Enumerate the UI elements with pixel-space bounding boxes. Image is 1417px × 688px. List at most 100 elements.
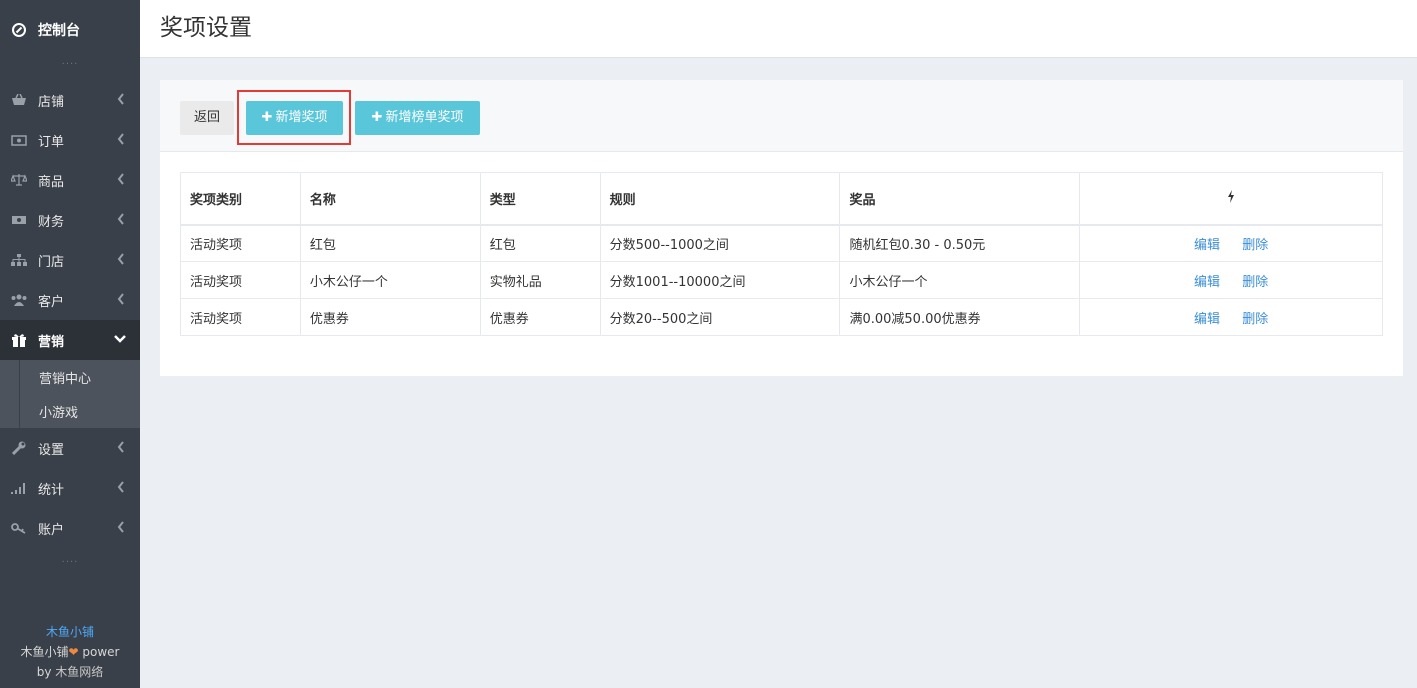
sidebar-item-label: 财务 — [38, 214, 65, 230]
edit-link[interactable]: 编辑 — [1194, 238, 1220, 253]
sidebar-footer: 木鱼小铺 木鱼小铺❤ power by 木鱼网络 — [0, 622, 140, 682]
sidebar-item-finance[interactable]: 财务 — [0, 200, 140, 240]
cell-prize: 小木公仔一个 — [839, 261, 1081, 299]
dashboard-icon — [12, 23, 26, 37]
divider-dots: ···· — [61, 557, 79, 568]
submenu-item-label: 小游戏 — [39, 405, 79, 421]
submenu-item-mini-games[interactable]: 小游戏 — [0, 394, 140, 428]
sidebar-item-orders[interactable]: 订单 — [0, 120, 140, 160]
chevron-left-icon — [117, 173, 124, 185]
sidebar-brand-dashboard[interactable]: 控制台 — [0, 0, 140, 60]
delete-link[interactable]: 删除 — [1242, 275, 1268, 290]
sitemap-icon — [10, 253, 28, 267]
column-header-rule: 规则 — [599, 172, 841, 225]
sidebar-item-settings[interactable]: 设置 — [0, 428, 140, 468]
delete-link[interactable]: 删除 — [1242, 238, 1268, 253]
cell-type: 实物礼品 — [479, 261, 601, 299]
chevron-left-icon — [117, 441, 124, 453]
footer-by-text: by — [36, 665, 56, 679]
toolbar: 返回 ✚ 新增奖项 ✚ 新增榜单奖项 — [160, 80, 1403, 152]
column-header-prize: 奖品 — [839, 172, 1081, 225]
plus-icon: ✚ — [261, 110, 273, 125]
cell-rule: 分数20--500之间 — [599, 298, 841, 336]
cell-category: 活动奖项 — [180, 224, 301, 262]
sidebar-item-label: 账户 — [38, 522, 65, 538]
sidebar-item-label: 商品 — [38, 174, 65, 190]
table-row: 活动奖项 小木公仔一个 实物礼品 分数1001--10000之间 小木公仔一个 … — [180, 261, 1383, 299]
users-icon — [10, 293, 28, 307]
sidebar-item-customers[interactable]: 客户 — [0, 280, 140, 320]
table-row: 活动奖项 优惠券 优惠券 分数20--500之间 满0.00减50.00优惠券 … — [180, 298, 1383, 336]
add-ranking-prize-label: 新增榜单奖项 — [385, 110, 464, 125]
column-header-type: 类型 — [479, 172, 601, 225]
money-icon — [10, 133, 28, 147]
column-header-actions — [1079, 172, 1383, 225]
chevron-left-icon — [117, 253, 124, 265]
cash-icon — [10, 213, 28, 227]
cell-actions: 编辑 删除 — [1079, 224, 1383, 262]
sidebar-brand-label: 控制台 — [38, 23, 80, 39]
column-header-name: 名称 — [299, 172, 481, 225]
sidebar-item-label: 营销 — [38, 334, 65, 350]
signal-icon — [10, 481, 28, 495]
chevron-down-icon — [114, 335, 126, 343]
sidebar-item-stats[interactable]: 统计 — [0, 468, 140, 508]
table-header-row: 奖项类别 名称 类型 规则 奖品 — [180, 172, 1383, 225]
footer-brand-link[interactable]: 木鱼小铺 — [46, 625, 94, 639]
cell-prize: 随机红包0.30 - 0.50元 — [839, 224, 1081, 262]
basket-icon — [10, 93, 28, 107]
add-prize-label: 新增奖项 — [275, 110, 328, 125]
chevron-left-icon — [117, 293, 124, 305]
edit-link[interactable]: 编辑 — [1194, 275, 1220, 290]
cell-name: 小木公仔一个 — [299, 261, 481, 299]
sidebar: 控制台 ···· 店铺 订单 商品 财务 门店 客户 营销 营销中心 小游戏 设… — [0, 0, 140, 688]
chevron-left-icon — [117, 521, 124, 533]
gift-icon — [10, 333, 28, 347]
submenu-item-label: 营销中心 — [39, 371, 92, 387]
sidebar-item-label: 统计 — [38, 482, 65, 498]
add-ranking-prize-button[interactable]: ✚ 新增榜单奖项 — [355, 101, 480, 135]
cell-category: 活动奖项 — [180, 298, 301, 336]
cell-type: 优惠券 — [479, 298, 601, 336]
sidebar-item-label: 客户 — [38, 294, 65, 310]
table-row: 活动奖项 红包 红包 分数500--1000之间 随机红包0.30 - 0.50… — [180, 224, 1383, 262]
sidebar-item-account[interactable]: 账户 — [0, 508, 140, 548]
chevron-left-icon — [117, 481, 124, 493]
page-title: 奖项设置 — [160, 15, 252, 41]
chevron-left-icon — [117, 93, 124, 105]
prize-table: 奖项类别 名称 类型 规则 奖品 活动奖项 红包 红包 分数500--1000之… — [180, 172, 1383, 336]
sidebar-item-products[interactable]: 商品 — [0, 160, 140, 200]
submenu-item-marketing-center[interactable]: 营销中心 — [0, 360, 140, 394]
footer-power-text: power — [78, 645, 120, 659]
cell-name: 优惠券 — [299, 298, 481, 336]
sidebar-item-marketing[interactable]: 营销 — [0, 320, 140, 360]
footer-brand-text: 木鱼小铺 — [20, 645, 69, 659]
footer-company-link[interactable]: 木鱼网络 — [55, 665, 103, 679]
sidebar-item-label: 设置 — [38, 442, 65, 458]
key-icon — [10, 521, 28, 535]
cell-category: 活动奖项 — [180, 261, 301, 299]
chevron-left-icon — [117, 213, 124, 225]
cell-name: 红包 — [299, 224, 481, 262]
scale-icon — [10, 173, 28, 187]
sidebar-item-store[interactable]: 店铺 — [0, 80, 140, 120]
wrench-icon — [10, 441, 28, 455]
cell-type: 红包 — [479, 224, 601, 262]
chevron-left-icon — [117, 133, 124, 145]
bolt-icon — [1228, 189, 1235, 203]
sidebar-item-label: 门店 — [38, 254, 65, 270]
delete-link[interactable]: 删除 — [1242, 312, 1268, 327]
column-header-category: 奖项类别 — [180, 172, 301, 225]
sidebar-item-stores[interactable]: 门店 — [0, 240, 140, 280]
sidebar-item-label: 订单 — [38, 134, 65, 150]
heart-icon: ❤ — [68, 645, 79, 659]
cell-prize: 满0.00减50.00优惠券 — [839, 298, 1081, 336]
main-panel: 返回 ✚ 新增奖项 ✚ 新增榜单奖项 奖项类别 名称 类型 规则 奖品 活动奖项… — [160, 80, 1403, 376]
add-prize-button[interactable]: ✚ 新增奖项 — [246, 101, 343, 135]
divider-dots: ···· — [61, 59, 79, 70]
sidebar-item-label: 店铺 — [38, 94, 65, 110]
plus-icon: ✚ — [371, 110, 383, 125]
edit-link[interactable]: 编辑 — [1194, 312, 1220, 327]
back-button[interactable]: 返回 — [180, 101, 234, 135]
page-header: 奖项设置 — [140, 0, 1417, 58]
